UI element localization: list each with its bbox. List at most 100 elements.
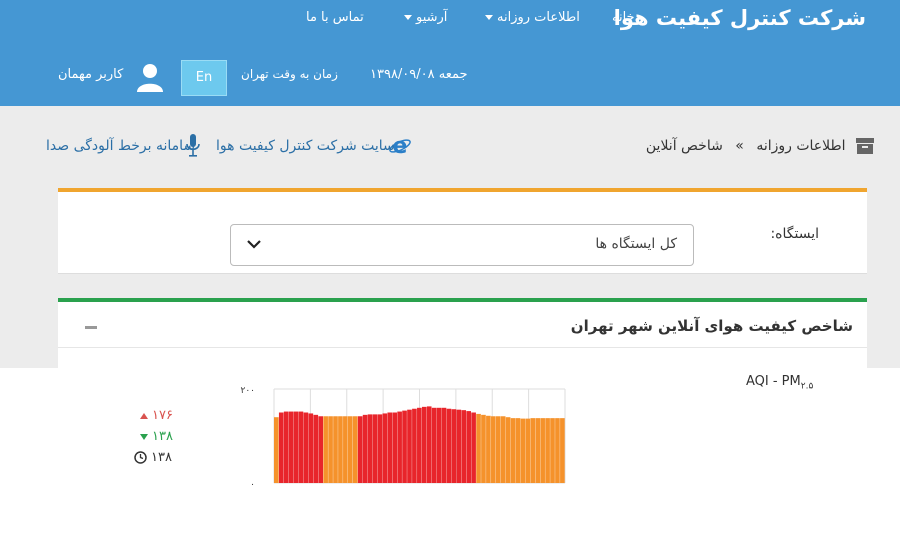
language-button[interactable]: En [181, 60, 227, 96]
aqi-bar [362, 414, 368, 483]
aqi-bar [515, 418, 521, 483]
aqi-min-stat: ۱۳۸ [140, 429, 173, 444]
aqi-bar [491, 416, 496, 483]
aqi-bar [347, 416, 353, 483]
aqi-bar [441, 407, 447, 483]
aqi-bar [520, 418, 526, 483]
aqi-bar [456, 409, 462, 483]
breadcrumb: اطلاعات روزانه » شاخص آنلاین [646, 138, 874, 154]
arrow-up-icon [140, 412, 148, 419]
aqi-bar [510, 418, 516, 483]
aqi-bar [535, 418, 541, 483]
station-label: ایستگاه: [770, 226, 819, 242]
chevron-down-icon [247, 240, 261, 249]
aqi-bar [288, 411, 294, 483]
collapse-minus-icon[interactable] [85, 326, 97, 329]
aqi-bar [481, 414, 486, 483]
aqi-bar [560, 418, 565, 483]
guest-user-label[interactable]: کاربر مهمان [58, 67, 123, 82]
aqi-max-value: ۱۷۶ [152, 408, 173, 423]
aqi-bar [318, 416, 324, 483]
aqi-min-value: ۱۳۸ [152, 429, 173, 444]
aqi-label-sub: ۲.۵ [800, 381, 814, 392]
aqi-current-value: ۱۳۸ [151, 450, 172, 465]
aqi-bar [550, 418, 555, 483]
aqi-bar [357, 416, 363, 483]
timezone-label: زمان به وقت تهران [241, 67, 338, 81]
aqi-bar [278, 412, 284, 483]
y-tick-label: ۲۰۰ [240, 386, 255, 396]
aqi-bar [402, 410, 407, 483]
aqi-bar [274, 417, 279, 483]
aqi-bar [431, 407, 437, 483]
aqi-bar [426, 406, 432, 483]
breadcrumb-current: شاخص آنلاین [645, 138, 723, 154]
panel-title: شاخص کیفیت هوای آنلاین شهر تهران [570, 317, 853, 335]
brand-title[interactable]: شرکت کنترل کیفیت هوا [614, 6, 866, 30]
aqi-bar [412, 408, 417, 483]
caret-down-icon [485, 15, 493, 20]
aqi-bar [392, 412, 397, 483]
station-filter-panel: ایستگاه: کل ایستگاه ها [58, 188, 867, 274]
aqi-bar [308, 413, 314, 483]
aqi-bar [407, 409, 412, 483]
aqi-bar [338, 416, 343, 483]
nav-archive[interactable]: آرشیو [404, 10, 447, 25]
station-select[interactable]: کل ایستگاه ها [230, 224, 694, 266]
noise-system-link[interactable]: سامانه برخط آلودگی صدا [46, 138, 195, 154]
y-tick-label: ۰ [250, 480, 255, 490]
aqi-bar [530, 418, 536, 483]
aqi-bar [545, 418, 550, 483]
aqi-label-text: AQI - PM [746, 374, 801, 389]
nav-archive-label: آرشیو [416, 10, 448, 25]
aqi-panel: شاخص کیفیت هوای آنلاین شهر تهران [58, 298, 867, 368]
user-icon[interactable] [136, 62, 164, 92]
air-quality-site-link[interactable]: سایت شرکت کنترل کیفیت هوا [216, 138, 395, 154]
aqi-bar [417, 407, 422, 483]
aqi-bar [486, 415, 491, 483]
aqi-bar-chart: ۰ ۲۰۰ [240, 386, 566, 490]
aqi-bar [333, 416, 338, 483]
aqi-bar [471, 412, 476, 483]
aqi-bar [505, 417, 511, 483]
aqi-bar [555, 418, 560, 483]
aqi-bar [293, 411, 299, 483]
top-header: شرکت کنترل کیفیت هوا خانه اطلاعات روزانه… [0, 0, 900, 106]
aqi-chart-area: AQI - PM۲.۵ ۱۷۶ ۱۳۸ ۱۳۸ ۰ ۲۰۰ [0, 368, 900, 556]
aqi-bar [323, 416, 328, 483]
station-select-value: کل ایستگاه ها [595, 236, 677, 252]
arrow-down-icon [140, 433, 148, 440]
archive-box-icon [856, 138, 874, 154]
aqi-bar [451, 409, 457, 483]
aqi-bar [283, 411, 289, 483]
aqi-bar [377, 414, 383, 483]
aqi-bar [298, 411, 304, 483]
nav-home[interactable]: خانه [612, 10, 635, 25]
aqi-bar [421, 406, 427, 483]
aqi-current-stat: ۱۳۸ [134, 450, 172, 465]
aqi-bar [540, 418, 545, 483]
aqi-max-stat: ۱۷۶ [140, 408, 173, 423]
aqi-bar [352, 416, 358, 483]
aqi-bar [397, 411, 402, 483]
aqi-bar [367, 414, 373, 483]
current-date: جمعه ۱۳۹۸/۰۹/۰۸ [370, 67, 468, 82]
aqi-bar [303, 412, 309, 483]
nav-contact[interactable]: تماس با ما [306, 10, 364, 25]
aqi-bar [343, 416, 348, 483]
breadcrumb-parent[interactable]: اطلاعات روزانه [756, 138, 845, 154]
aqi-bar [461, 410, 467, 483]
nav-daily[interactable]: اطلاعات روزانه [485, 10, 580, 25]
aqi-bar [466, 411, 471, 483]
aqi-bar [387, 412, 393, 483]
aqi-bar [436, 407, 442, 483]
aqi-bar [313, 414, 319, 483]
aqi-bar [446, 408, 452, 483]
aqi-bar [382, 413, 388, 483]
aqi-bar [525, 418, 531, 483]
aqi-bar [372, 414, 378, 483]
aqi-bar [500, 416, 506, 483]
panel-divider [58, 347, 867, 348]
aqi-bar [476, 413, 481, 483]
clock-icon [134, 451, 147, 464]
